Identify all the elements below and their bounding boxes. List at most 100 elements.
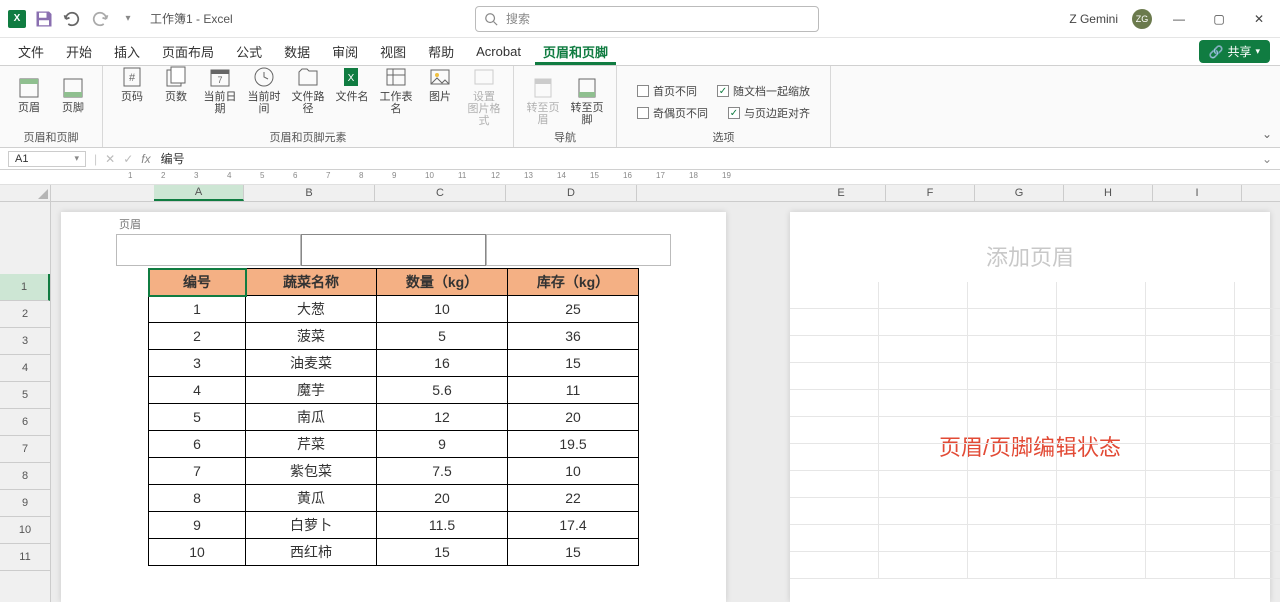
header-left-box[interactable] <box>116 234 301 266</box>
cell[interactable]: 19.5 <box>508 431 639 458</box>
cell[interactable]: 15 <box>377 539 508 566</box>
sheetname-button[interactable]: 工作表名 <box>375 59 417 115</box>
row-4[interactable]: 4 <box>0 355 50 382</box>
picture-button[interactable]: 图片 <box>419 59 461 103</box>
table-header[interactable]: 蔬菜名称 <box>246 269 377 296</box>
redo-button[interactable] <box>90 9 110 29</box>
table-header[interactable]: 数量（kg） <box>377 269 508 296</box>
row-6[interactable]: 6 <box>0 409 50 436</box>
cancel-icon[interactable]: ✕ <box>101 152 119 166</box>
cell[interactable]: 7.5 <box>377 458 508 485</box>
cell[interactable]: 36 <box>508 323 639 350</box>
col-A[interactable]: A <box>154 185 244 201</box>
filepath-button[interactable]: 文件路径 <box>287 59 329 115</box>
cell[interactable]: 10 <box>149 539 246 566</box>
cell[interactable]: 8 <box>149 485 246 512</box>
row-7[interactable]: 7 <box>0 436 50 463</box>
table-header[interactable]: 编号 <box>149 269 246 296</box>
header-right-box[interactable] <box>486 234 671 266</box>
cell[interactable]: 16 <box>377 350 508 377</box>
col-B[interactable]: B <box>244 185 375 201</box>
user-avatar[interactable]: ZG <box>1132 9 1152 29</box>
row-3[interactable]: 3 <box>0 328 50 355</box>
currenttime-button[interactable]: 当前时间 <box>243 59 285 115</box>
cell[interactable]: 6 <box>149 431 246 458</box>
col-E[interactable]: E <box>797 185 886 201</box>
tab-home[interactable]: 开始 <box>58 38 100 65</box>
cell[interactable]: 紫包菜 <box>246 458 377 485</box>
opt-diff-first[interactable]: 首页不同 <box>637 83 697 99</box>
close-button[interactable]: ✕ <box>1246 6 1272 32</box>
fx-icon[interactable]: fx <box>137 152 154 166</box>
opt-diff-oddeven[interactable]: 奇偶页不同 <box>637 105 708 121</box>
cell[interactable]: 4 <box>149 377 246 404</box>
qat-customize[interactable]: ▾ <box>118 9 138 29</box>
header-button[interactable]: 页眉 <box>8 70 50 114</box>
opt-align-margins[interactable]: ✓与页边距对齐 <box>728 105 810 121</box>
cell[interactable]: 西红柿 <box>246 539 377 566</box>
cell[interactable]: 5.6 <box>377 377 508 404</box>
cell[interactable]: 20 <box>377 485 508 512</box>
col-F[interactable]: F <box>886 185 975 201</box>
cell[interactable]: 菠菜 <box>246 323 377 350</box>
cell[interactable]: 22 <box>508 485 639 512</box>
currentdate-button[interactable]: 7当前日期 <box>199 59 241 115</box>
cell[interactable]: 17.4 <box>508 512 639 539</box>
cell[interactable]: 20 <box>508 404 639 431</box>
row-10[interactable]: 10 <box>0 517 50 544</box>
cell[interactable]: 11 <box>508 377 639 404</box>
name-box[interactable]: A1▾ <box>8 151 86 167</box>
filename-button[interactable]: X文件名 <box>331 59 373 103</box>
share-button[interactable]: 🔗共享▾ <box>1199 40 1271 63</box>
cell[interactable]: 油麦菜 <box>246 350 377 377</box>
row-5[interactable]: 5 <box>0 382 50 409</box>
formula-expand[interactable]: ⌄ <box>1254 152 1280 166</box>
cell[interactable]: 2 <box>149 323 246 350</box>
row-1[interactable]: 1 <box>0 274 50 301</box>
opt-scale-with-doc[interactable]: ✓随文档一起缩放 <box>717 83 810 99</box>
tab-header-footer[interactable]: 页眉和页脚 <box>535 38 616 65</box>
col-G[interactable]: G <box>975 185 1064 201</box>
footer-button[interactable]: 页脚 <box>52 70 94 114</box>
row-2[interactable]: 2 <box>0 301 50 328</box>
cell[interactable]: 9 <box>149 512 246 539</box>
cell[interactable]: 15 <box>508 539 639 566</box>
table-header[interactable]: 库存（kg） <box>508 269 639 296</box>
pagenumber-button[interactable]: #页码 <box>111 59 153 103</box>
col-H[interactable]: H <box>1064 185 1153 201</box>
cell[interactable]: 7 <box>149 458 246 485</box>
header-center-box[interactable] <box>301 234 486 266</box>
select-all-corner[interactable] <box>0 185 51 201</box>
enter-icon[interactable]: ✓ <box>119 152 137 166</box>
undo-button[interactable] <box>62 9 82 29</box>
search-box[interactable]: 搜索 <box>475 6 819 32</box>
maximize-button[interactable]: ▢ <box>1206 6 1232 32</box>
ribbon-collapse[interactable]: ⌄ <box>1262 127 1272 141</box>
col-D[interactable]: D <box>506 185 637 201</box>
cell[interactable]: 芹菜 <box>246 431 377 458</box>
cell[interactable]: 11.5 <box>377 512 508 539</box>
minimize-button[interactable]: — <box>1166 6 1192 32</box>
col-I[interactable]: I <box>1153 185 1242 201</box>
row-9[interactable]: 9 <box>0 490 50 517</box>
col-C[interactable]: C <box>375 185 506 201</box>
cell[interactable]: 5 <box>149 404 246 431</box>
cell[interactable]: 魔芋 <box>246 377 377 404</box>
pagecount-button[interactable]: 页数 <box>155 59 197 103</box>
cell[interactable]: 9 <box>377 431 508 458</box>
user-name[interactable]: Z Gemini <box>1069 12 1118 26</box>
cell[interactable]: 5 <box>377 323 508 350</box>
cell[interactable]: 10 <box>377 296 508 323</box>
formula-input[interactable]: 编号 <box>155 150 1254 167</box>
cell[interactable]: 白萝卜 <box>246 512 377 539</box>
row-8[interactable]: 8 <box>0 463 50 490</box>
cell[interactable]: 12 <box>377 404 508 431</box>
cell[interactable]: 大葱 <box>246 296 377 323</box>
cell[interactable]: 15 <box>508 350 639 377</box>
save-button[interactable] <box>34 9 54 29</box>
cell[interactable]: 3 <box>149 350 246 377</box>
goto-footer-button[interactable]: 转至页脚 <box>566 70 608 126</box>
cell[interactable]: 1 <box>149 296 246 323</box>
row-11[interactable]: 11 <box>0 544 50 571</box>
cell[interactable]: 10 <box>508 458 639 485</box>
